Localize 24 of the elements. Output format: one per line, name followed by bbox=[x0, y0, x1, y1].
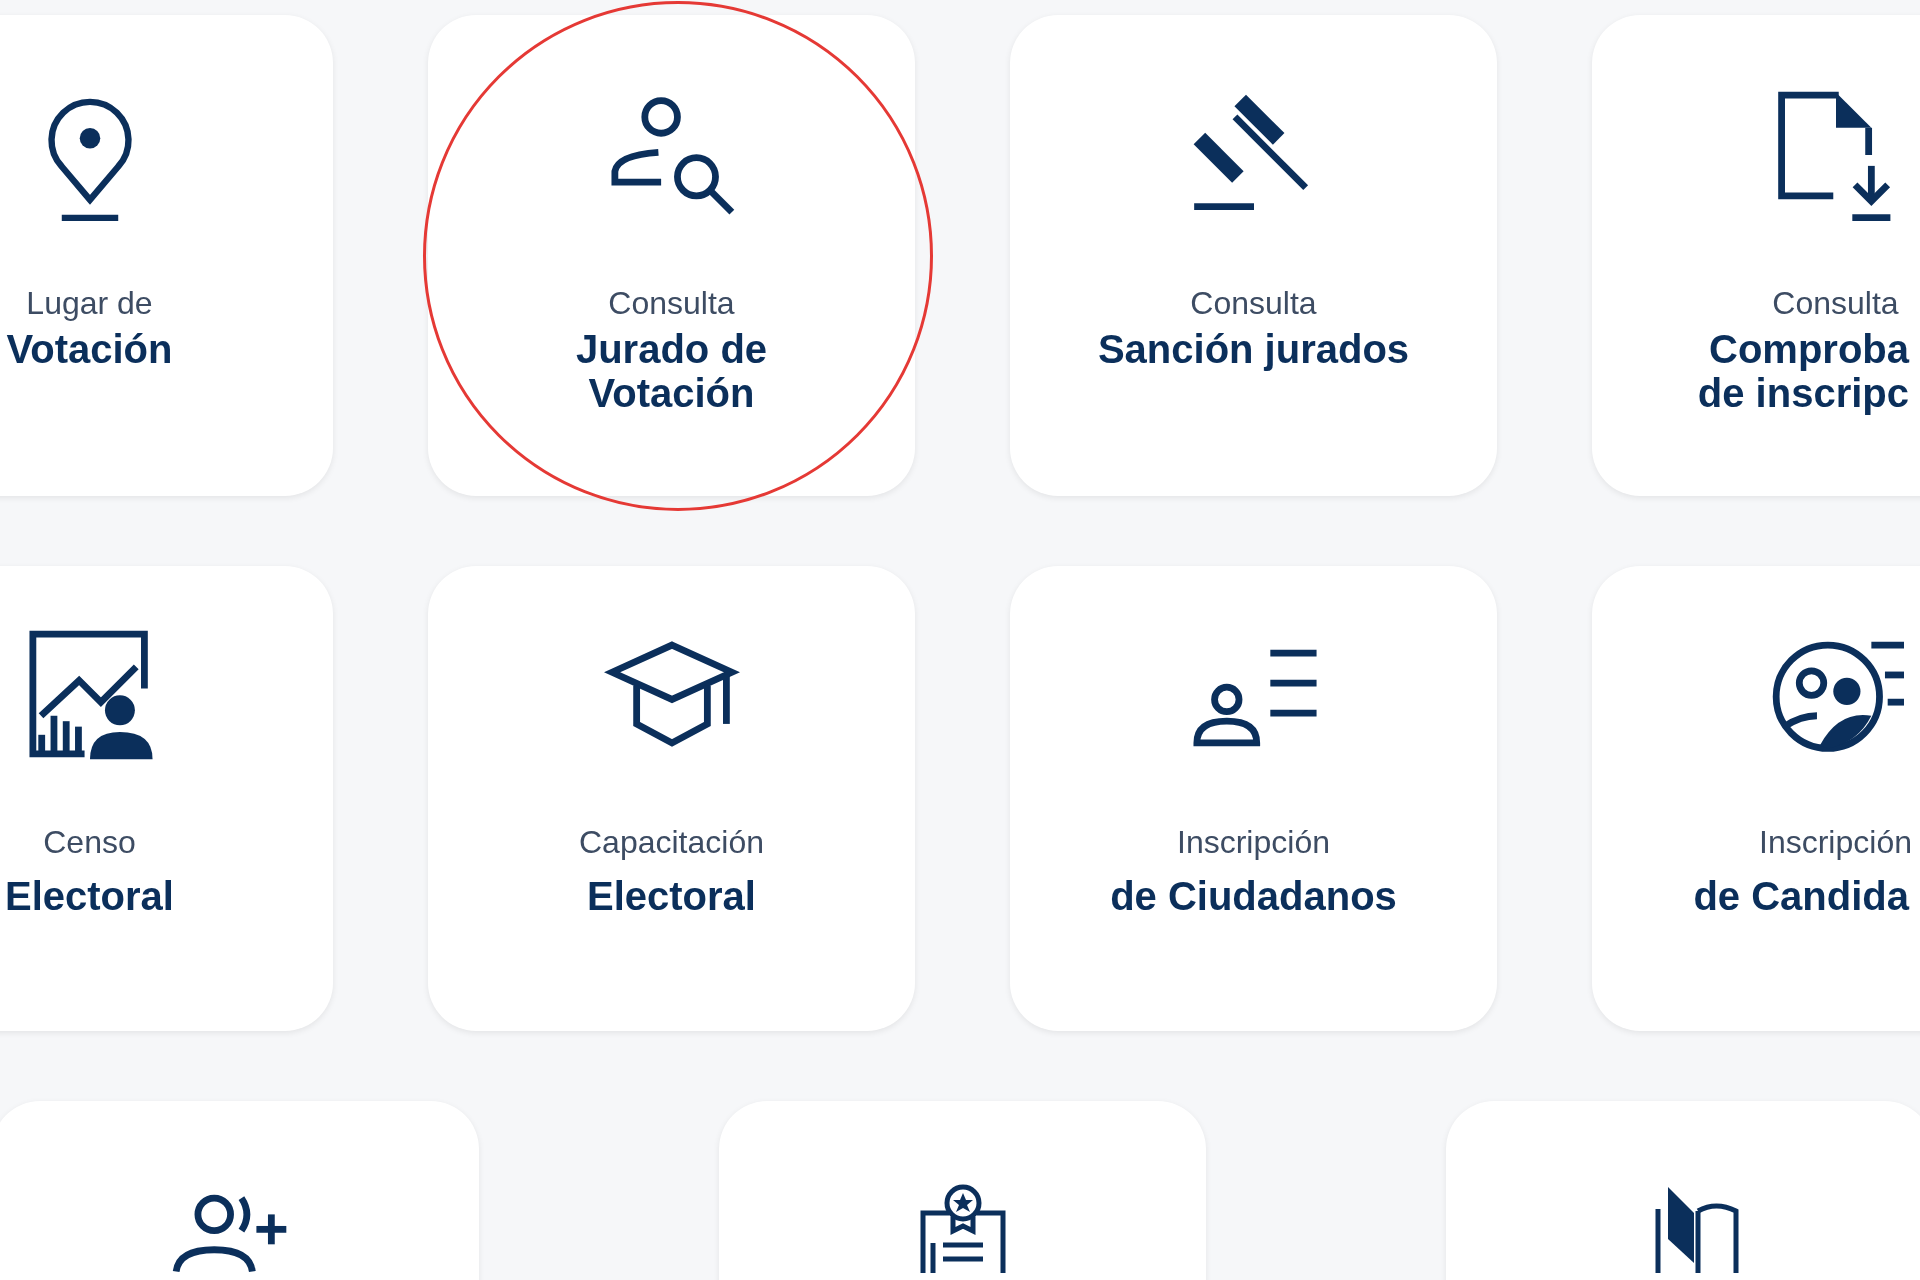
card-title: Jurado de Votación bbox=[574, 327, 769, 415]
card-title: de Ciudadanos bbox=[1109, 874, 1398, 918]
service-card[interactable]: Inscripción de Candida bbox=[1592, 566, 1920, 1031]
service-card[interactable]: Capacitación Electoral bbox=[428, 566, 915, 1031]
card-title: Electoral bbox=[586, 874, 757, 918]
card-title: de Candida bbox=[1693, 874, 1909, 918]
card-title: Votación bbox=[5, 327, 174, 371]
card-subtitle: Inscripción bbox=[1759, 823, 1912, 862]
card-subtitle: Censo bbox=[43, 823, 136, 862]
service-card[interactable]: Lugar de Votación bbox=[0, 15, 333, 496]
card-subtitle: Consulta bbox=[1772, 284, 1899, 323]
card-title: Sanción jurados bbox=[1096, 327, 1411, 371]
service-card[interactable]: Consulta Comproba de inscripc bbox=[1592, 15, 1920, 496]
card-subtitle: Inscripción bbox=[1177, 823, 1330, 862]
service-card[interactable]: Consulta Sanción jurados bbox=[1010, 15, 1497, 496]
service-card[interactable]: Censo Electoral bbox=[0, 566, 333, 1031]
card-subtitle: Capacitación bbox=[579, 823, 764, 862]
card-subtitle: Consulta bbox=[1190, 284, 1317, 323]
service-card[interactable]: Consulta Jurado de Votación bbox=[428, 15, 915, 496]
card-subtitle: Lugar de bbox=[26, 284, 153, 323]
card-title: Comproba de inscripc bbox=[1697, 327, 1909, 415]
service-card[interactable]: Inscripción de Ciudadanos bbox=[1010, 566, 1497, 1031]
card-subtitle: Consulta bbox=[608, 284, 735, 323]
card-title: Electoral bbox=[4, 874, 175, 918]
